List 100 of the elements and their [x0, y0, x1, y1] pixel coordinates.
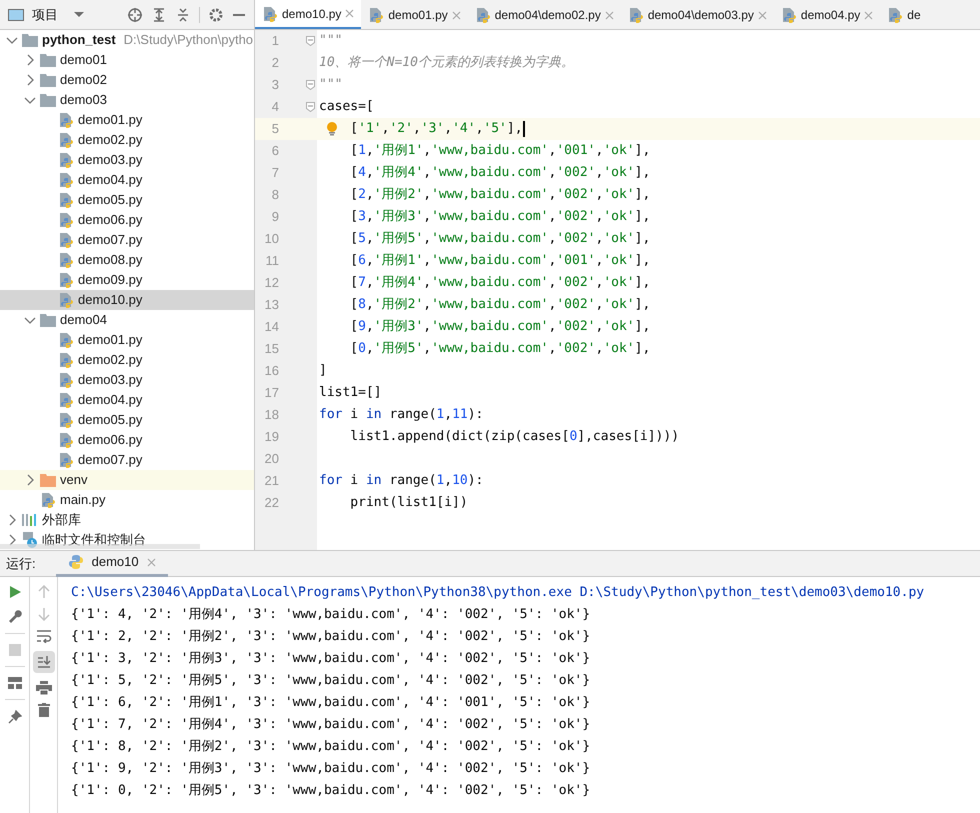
fold-marker-icon[interactable] [306, 102, 315, 112]
scroll-to-end-button[interactable] [32, 651, 54, 673]
tree-item[interactable]: demo04.py [0, 390, 254, 410]
tree-item[interactable]: demo01.py [0, 110, 254, 130]
tree-item[interactable]: python_test D:\Study\Python\pytho [0, 30, 254, 50]
project-panel-icon [8, 8, 24, 20]
project-view-dropdown[interactable]: 项目 [32, 4, 84, 24]
python-file-icon [58, 352, 74, 368]
python-file-icon [58, 452, 74, 468]
console-output: {'1': 2, '2': '用例2', '3': 'www,baidu.com', '4': '002', '5': 'ok'} [71, 628, 590, 646]
line-number: 22 [264, 494, 279, 512]
pin-icon[interactable] [8, 710, 22, 724]
tree-item[interactable]: demo02.py [0, 130, 254, 150]
horizontal-scrollbar[interactable] [0, 544, 200, 549]
python-file-icon [628, 7, 644, 23]
library-icon [22, 512, 38, 528]
code-line: [7,'用例4','www,baidu.com','002','ok'], [349, 274, 650, 292]
tree-item[interactable]: demo02 [0, 70, 254, 90]
line-number: 5 [270, 120, 279, 138]
code-line: print(list1[i]) [349, 494, 468, 512]
python-file-icon [58, 372, 74, 388]
console-output: {'1': 5, '2': '用例5', '3': 'www,baidu.com', '4': '002', '5': 'ok'} [71, 672, 590, 690]
code-line: [4,'用例4','www,baidu.com','002','ok'], [349, 164, 650, 182]
line-number: 8 [270, 186, 279, 204]
tree-item[interactable]: demo05.py [0, 410, 254, 430]
tree-item[interactable]: demo03.py [0, 370, 254, 390]
editor-tab[interactable]: demo10.py [255, 0, 362, 29]
python-file-icon [40, 492, 56, 508]
run-icon[interactable] [8, 585, 22, 599]
tree-item[interactable]: demo04.py [0, 170, 254, 190]
tree-item[interactable]: demo01.py [0, 330, 254, 350]
line-number: 4 [270, 98, 279, 116]
line-number: 14 [264, 318, 279, 336]
code-line: 10、将一个N=10个元素的列表转换为字典。 [318, 54, 574, 72]
layout-icon[interactable] [8, 677, 22, 689]
console-output: {'1': 3, '2': '用例3', '3': 'www,baidu.com', '4': '002', '5': 'ok'} [71, 650, 590, 668]
console-output: {'1': 8, '2': '用例2', '3': 'www,baidu.com', '4': '002', '5': 'ok'} [71, 738, 590, 756]
line-number: 1 [270, 32, 279, 50]
tree-item[interactable]: demo10.py [0, 290, 254, 310]
line-number: 16 [264, 362, 279, 380]
editor-tab[interactable]: demo01.py [361, 0, 468, 29]
python-file-icon [58, 152, 74, 168]
expand-all-icon[interactable] [151, 6, 167, 22]
tree-item[interactable]: demo07.py [0, 450, 254, 470]
tree-item[interactable]: demo07.py [0, 230, 254, 250]
line-number: 10 [264, 230, 279, 248]
folder-icon [40, 73, 56, 87]
locate-icon[interactable] [127, 6, 143, 22]
tree-item[interactable]: demo09.py [0, 270, 254, 290]
collapse-all-icon[interactable] [175, 6, 191, 22]
lightbulb-icon[interactable] [325, 121, 339, 136]
python-file-icon [58, 212, 74, 228]
code-line: list1.append(dict(zip(cases[0],cases[i]))) [349, 428, 680, 446]
tree-item[interactable]: demo06.py [0, 210, 254, 230]
editor-tab[interactable]: demo04\demo03.py [620, 0, 774, 29]
print-icon[interactable] [36, 681, 52, 695]
editor-tab[interactable]: demo04\demo02.py [468, 0, 621, 29]
close-icon[interactable] [345, 9, 354, 18]
settings-icon[interactable] [208, 6, 224, 22]
tree-item[interactable]: demo01 [0, 50, 254, 70]
run-tab[interactable]: demo10 [56, 550, 168, 576]
tree-item[interactable]: venv [0, 470, 254, 490]
tree-item[interactable]: demo03.py [0, 150, 254, 170]
line-number: 3 [270, 76, 279, 94]
tree-item[interactable]: demo02.py [0, 350, 254, 370]
python-file-icon [58, 132, 74, 148]
tree-item[interactable]: main.py [0, 490, 254, 510]
code-line: [2,'用例2','www,baidu.com','002','ok'], [349, 186, 650, 204]
python-file-icon [58, 272, 74, 288]
fold-marker-icon[interactable] [306, 36, 315, 46]
scroll-to-end-icon [36, 655, 50, 669]
tree-item[interactable]: demo06.py [0, 430, 254, 450]
editor-tab[interactable]: de [880, 0, 928, 29]
fold-marker-icon[interactable] [306, 80, 315, 90]
folder-icon [22, 33, 38, 47]
python-file-icon [368, 7, 384, 23]
code-line: [9,'用例3','www,baidu.com','002','ok'], [349, 318, 650, 336]
tree-item[interactable]: 外部库 [0, 510, 254, 530]
code-line: [3,'用例3','www,baidu.com','002','ok'], [349, 208, 650, 226]
trash-icon[interactable] [38, 703, 50, 717]
tree-item[interactable]: demo08.py [0, 250, 254, 270]
python-file-icon [58, 432, 74, 448]
tree-item[interactable]: demo03 [0, 90, 254, 110]
console-output: {'1': 7, '2': '用例4', '3': 'www,baidu.com', '4': '002', '5': 'ok'} [71, 716, 590, 734]
tree-item[interactable]: demo04 [0, 310, 254, 330]
python-file-icon [58, 392, 74, 408]
stop-icon [8, 644, 20, 656]
console-output: {'1': 4, '2': '用例4', '3': 'www,baidu.com', '4': '002', '5': 'ok'} [71, 606, 590, 624]
editor-tab[interactable]: demo04.py [774, 0, 880, 29]
python-file-icon [887, 7, 904, 23]
line-number: 12 [264, 274, 279, 292]
tree-item[interactable]: demo05.py [0, 190, 254, 210]
soft-wrap-icon[interactable] [36, 629, 52, 643]
code-line: cases=[ [318, 98, 374, 116]
console-output: {'1': 0, '2': '用例5', '3': 'www,baidu.com', '4': '002', '5': 'ok'} [71, 782, 590, 800]
wrench-icon[interactable] [8, 609, 22, 623]
line-number: 9 [270, 208, 279, 226]
folder-icon [40, 53, 56, 67]
python-file-icon [58, 412, 74, 428]
python-file-icon [58, 252, 74, 268]
